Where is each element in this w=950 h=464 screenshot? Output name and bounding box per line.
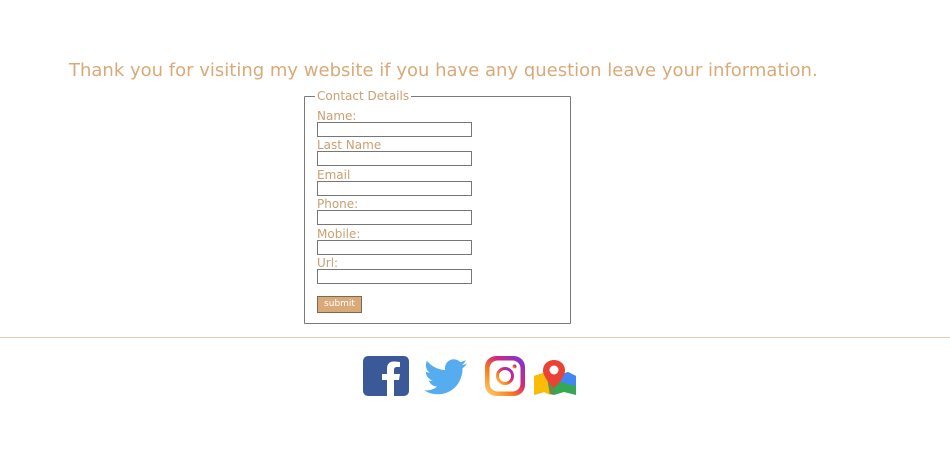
last-name-input[interactable] <box>317 151 472 166</box>
last-name-label: Last Name <box>317 138 382 152</box>
map-icon[interactable] <box>532 356 578 396</box>
twitter-icon[interactable] <box>423 356 469 396</box>
footer-divider <box>0 337 950 338</box>
instagram-icon[interactable] <box>483 356 527 396</box>
name-label: Name: <box>317 109 357 123</box>
email-input[interactable] <box>317 181 472 196</box>
url-label: Url: <box>317 256 339 270</box>
fieldset-legend: Contact Details <box>315 89 412 103</box>
facebook-icon[interactable] <box>363 356 409 396</box>
name-input[interactable] <box>317 122 472 137</box>
intro-text: Thank you for visiting my website if you… <box>69 60 818 81</box>
mobile-input[interactable] <box>317 240 472 255</box>
mobile-label: Mobile: <box>317 227 361 241</box>
phone-input[interactable] <box>317 210 472 225</box>
phone-label: Phone: <box>317 197 359 211</box>
url-input[interactable] <box>317 269 472 284</box>
submit-button[interactable]: submit <box>317 296 362 313</box>
email-label: Email <box>317 168 351 182</box>
contact-details-fieldset: Contact Details Name: Last Name Email Ph… <box>304 89 571 324</box>
